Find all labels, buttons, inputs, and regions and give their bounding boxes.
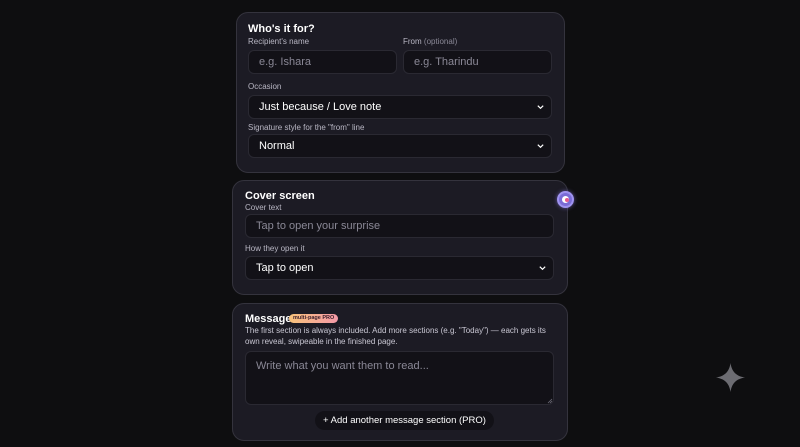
chevron-down-icon bbox=[537, 144, 544, 149]
chevron-down-icon bbox=[539, 266, 546, 271]
cover-text-input[interactable]: Tap to open your surprise bbox=[245, 214, 554, 238]
recipient-name-label: Recipient's name bbox=[248, 37, 310, 46]
recipient-name-input[interactable]: e.g. Ishara bbox=[248, 50, 397, 74]
occasion-select[interactable]: Just because / Love note bbox=[248, 95, 552, 119]
resize-handle-icon[interactable] bbox=[547, 398, 553, 404]
avatar-toggle-icon[interactable] bbox=[557, 191, 574, 208]
message-textarea[interactable]: Write what you want them to read... bbox=[245, 351, 554, 405]
message-title: Message bbox=[245, 313, 292, 325]
multi-page-pro-badge: multi-page PRO bbox=[289, 314, 339, 323]
cover-text-label: Cover text bbox=[245, 203, 282, 212]
open-method-select[interactable]: Tap to open bbox=[245, 256, 554, 280]
recipient-card: Who's it for? Recipient's name From (opt… bbox=[236, 12, 565, 173]
message-description-line1: The first section is always included. Ad… bbox=[245, 326, 546, 335]
add-message-section-button[interactable]: + Add another message section (PRO) bbox=[315, 411, 494, 430]
from-label-text: From bbox=[403, 37, 422, 46]
occasion-select-value: Just because / Love note bbox=[259, 101, 382, 113]
open-method-value: Tap to open bbox=[256, 262, 314, 274]
signature-style-select[interactable]: Normal bbox=[248, 134, 552, 158]
open-method-label: How they open it bbox=[245, 244, 305, 253]
chevron-down-icon bbox=[537, 105, 544, 110]
from-label: From (optional) bbox=[403, 37, 457, 46]
from-input[interactable]: e.g. Tharindu bbox=[403, 50, 552, 74]
message-card: Message multi-page PRO The first section… bbox=[232, 303, 568, 441]
cover-screen-card: Cover screen Cover text Tap to open your… bbox=[232, 180, 568, 295]
sparkle-icon bbox=[715, 362, 746, 393]
from-optional-text: (optional) bbox=[423, 37, 458, 46]
occasion-label: Occasion bbox=[248, 82, 282, 91]
signature-style-value: Normal bbox=[259, 140, 295, 152]
avatar-toggle-dot bbox=[565, 198, 569, 202]
cover-screen-title: Cover screen bbox=[245, 190, 315, 202]
recipient-card-title: Who's it for? bbox=[248, 23, 315, 35]
signature-style-label: Signature style for the "from" line bbox=[248, 123, 365, 132]
message-description-line2: own reveal, swipeable in the finished pa… bbox=[245, 337, 398, 346]
